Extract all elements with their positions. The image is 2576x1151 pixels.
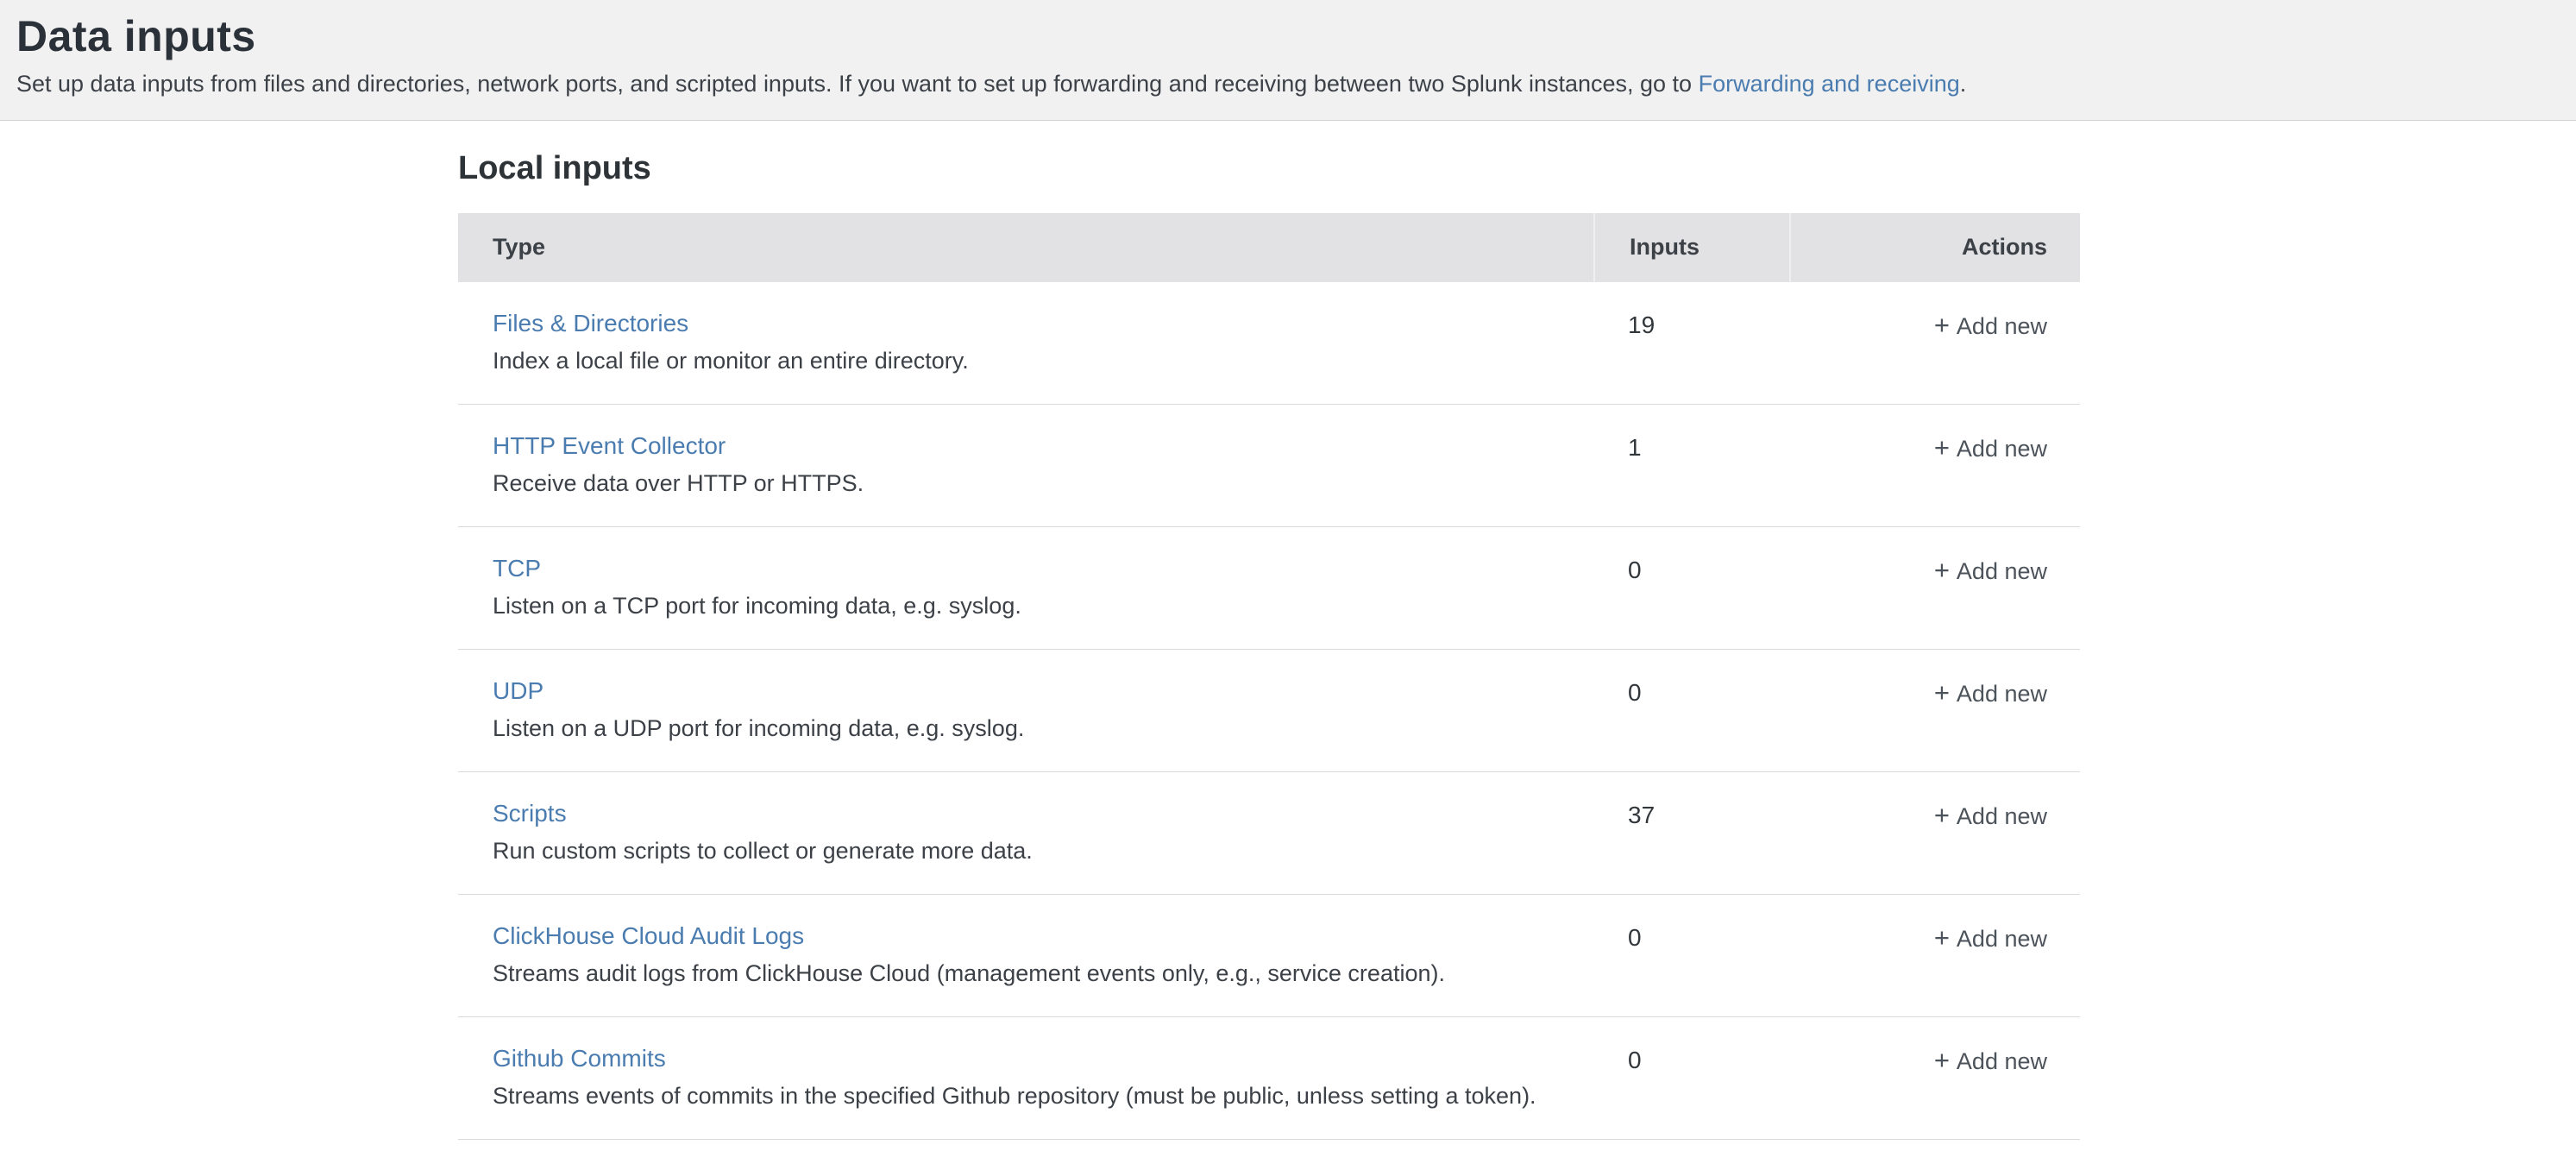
add-new-button[interactable]: + Add new	[1934, 802, 2047, 830]
table-row: Files & Directories Index a local file o…	[458, 282, 2080, 405]
page-subtitle-period: .	[1960, 71, 1967, 97]
add-new-button[interactable]: + Add new	[1934, 1047, 2047, 1075]
input-type-cell: TCP Listen on a TCP port for incoming da…	[458, 555, 1593, 621]
data-inputs-page: Data inputs Set up data inputs from file…	[0, 0, 2576, 1151]
input-type-description: Streams audit logs from ClickHouse Cloud…	[493, 959, 1593, 989]
table-row: TCP Listen on a TCP port for incoming da…	[458, 527, 2080, 650]
input-type-cell: HTTP Event Collector Receive data over H…	[458, 432, 1593, 499]
inputs-count: 0	[1593, 922, 1789, 952]
add-new-label: Add new	[1957, 436, 2047, 462]
inputs-count: 19	[1593, 310, 1789, 339]
plus-icon: +	[1934, 924, 1950, 951]
plus-icon: +	[1934, 679, 1950, 706]
local-inputs-heading: Local inputs	[458, 150, 2576, 187]
forwarding-and-receiving-link[interactable]: Forwarding and receiving	[1699, 71, 1960, 97]
table-header-row: Type Inputs Actions	[458, 213, 2080, 282]
plus-icon: +	[1934, 557, 1950, 583]
column-header-inputs: Inputs	[1593, 213, 1789, 282]
input-type-cell: ClickHouse Cloud Audit Logs Streams audi…	[458, 922, 1593, 989]
input-type-link[interactable]: TCP	[493, 555, 541, 582]
add-new-label: Add new	[1957, 558, 2047, 585]
add-new-button[interactable]: + Add new	[1934, 557, 2047, 585]
input-type-description: Listen on a UDP port for incoming data, …	[493, 714, 1593, 744]
input-type-link[interactable]: Scripts	[493, 800, 567, 827]
actions-cell: + Add new	[1789, 555, 2080, 585]
input-type-description: Run custom scripts to collect or generat…	[493, 836, 1593, 866]
inputs-count: 0	[1593, 677, 1789, 707]
input-type-cell: UDP Listen on a UDP port for incoming da…	[458, 677, 1593, 744]
input-type-link[interactable]: UDP	[493, 677, 543, 705]
inputs-count: 0	[1593, 1045, 1789, 1074]
page-header: Data inputs Set up data inputs from file…	[0, 0, 2576, 121]
table-body: Files & Directories Index a local file o…	[458, 282, 2080, 1140]
local-inputs-section: Local inputs Type Inputs Actions Files &…	[0, 121, 2576, 1140]
plus-icon: +	[1934, 1047, 1950, 1073]
add-new-label: Add new	[1957, 681, 2047, 708]
page-subtitle: Set up data inputs from files and direct…	[16, 69, 2541, 99]
input-type-description: Index a local file or monitor an entire …	[493, 346, 1593, 376]
input-type-description: Receive data over HTTP or HTTPS.	[493, 469, 1593, 499]
plus-icon: +	[1934, 311, 1950, 338]
actions-cell: + Add new	[1789, 922, 2080, 953]
add-new-button[interactable]: + Add new	[1934, 434, 2047, 462]
add-new-label: Add new	[1957, 803, 2047, 830]
actions-cell: + Add new	[1789, 800, 2080, 830]
actions-cell: + Add new	[1789, 677, 2080, 708]
add-new-button[interactable]: + Add new	[1934, 924, 2047, 953]
inputs-count: 1	[1593, 432, 1789, 462]
add-new-label: Add new	[1957, 313, 2047, 340]
input-type-link[interactable]: ClickHouse Cloud Audit Logs	[493, 922, 804, 950]
table-row: Github Commits Streams events of commits…	[458, 1017, 2080, 1140]
local-inputs-table: Type Inputs Actions Files & Directories …	[458, 213, 2080, 1140]
actions-cell: + Add new	[1789, 310, 2080, 340]
input-type-link[interactable]: Github Commits	[493, 1045, 666, 1072]
table-row: Scripts Run custom scripts to collect or…	[458, 772, 2080, 895]
input-type-description: Streams events of commits in the specifi…	[493, 1081, 1593, 1111]
input-type-cell: Scripts Run custom scripts to collect or…	[458, 800, 1593, 866]
inputs-count: 0	[1593, 555, 1789, 584]
column-header-type: Type	[458, 213, 1593, 282]
input-type-description: Listen on a TCP port for incoming data, …	[493, 591, 1593, 621]
table-row: HTTP Event Collector Receive data over H…	[458, 405, 2080, 527]
input-type-cell: Github Commits Streams events of commits…	[458, 1045, 1593, 1111]
add-new-label: Add new	[1957, 1048, 2047, 1075]
inputs-count: 37	[1593, 800, 1789, 829]
add-new-button[interactable]: + Add new	[1934, 311, 2047, 340]
input-type-cell: Files & Directories Index a local file o…	[458, 310, 1593, 376]
column-header-actions: Actions	[1789, 213, 2080, 282]
plus-icon: +	[1934, 434, 1950, 461]
page-title: Data inputs	[16, 12, 2541, 62]
table-row: UDP Listen on a UDP port for incoming da…	[458, 650, 2080, 772]
page-subtitle-text: Set up data inputs from files and direct…	[16, 71, 1699, 97]
add-new-button[interactable]: + Add new	[1934, 679, 2047, 708]
actions-cell: + Add new	[1789, 432, 2080, 462]
table-row: ClickHouse Cloud Audit Logs Streams audi…	[458, 895, 2080, 1017]
plus-icon: +	[1934, 802, 1950, 828]
add-new-label: Add new	[1957, 926, 2047, 953]
input-type-link[interactable]: Files & Directories	[493, 310, 688, 337]
input-type-link[interactable]: HTTP Event Collector	[493, 432, 726, 460]
actions-cell: + Add new	[1789, 1045, 2080, 1075]
